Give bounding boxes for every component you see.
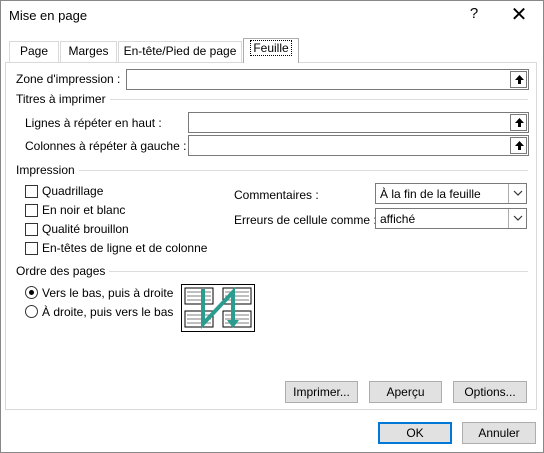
title-bar: Mise en page ? ✕ [0, 0, 544, 32]
tab-margins[interactable]: Marges [60, 41, 117, 62]
cancel-button[interactable]: Annuler [462, 422, 536, 444]
ok-button[interactable]: OK [378, 422, 452, 444]
cols-repeat-collapse-button[interactable] [510, 137, 527, 154]
collapse-up-icon [515, 75, 524, 84]
preview-button[interactable]: Aperçu [369, 381, 442, 403]
order-over-then-down-radio[interactable] [25, 305, 38, 318]
rows-repeat-label: Lignes à répéter en haut : [25, 116, 162, 130]
draft-quality-label: Qualité brouillon [42, 222, 129, 236]
row-col-headings-label: En-têtes de ligne et de colonne [42, 241, 208, 255]
print-heading: Impression [16, 163, 79, 177]
close-icon[interactable]: ✕ [508, 2, 530, 27]
help-icon[interactable]: ? [466, 5, 482, 22]
gridlines-label: Quadrillage [42, 184, 104, 198]
options-button[interactable]: Options... [453, 381, 527, 403]
draft-quality-checkbox[interactable] [25, 223, 38, 236]
print-area-field[interactable] [126, 69, 529, 90]
rows-repeat-collapse-button[interactable] [510, 114, 527, 131]
print-divider [16, 170, 528, 171]
cell-errors-value: affiché [380, 212, 416, 226]
black-white-label: En noir et blanc [42, 203, 126, 217]
black-white-checkbox[interactable] [25, 204, 38, 217]
cols-repeat-field[interactable] [188, 135, 529, 156]
row-col-headings-checkbox[interactable] [25, 242, 38, 255]
gridlines-checkbox[interactable] [25, 185, 38, 198]
tab-header-footer-label: En-tête/Pied de page [123, 44, 237, 58]
print-area-collapse-button[interactable] [510, 71, 527, 88]
order-down-then-over-radio[interactable] [25, 286, 38, 299]
rows-repeat-field[interactable] [188, 112, 529, 133]
chevron-down-icon[interactable] [508, 209, 526, 228]
cell-errors-select[interactable]: affiché [375, 208, 527, 229]
order-down-then-over-label: Vers le bas, puis à droite [42, 286, 174, 300]
comments-select[interactable]: À la fin de la feuille [375, 183, 527, 204]
collapse-up-icon [515, 118, 524, 127]
radio-selected-dot [29, 290, 34, 295]
page-order-down-then-over-icon [181, 284, 255, 332]
print-area-label: Zone d'impression : [16, 72, 121, 86]
tab-page[interactable]: Page [9, 41, 59, 62]
tab-margins-label: Marges [68, 44, 109, 58]
chevron-down-icon[interactable] [508, 184, 526, 203]
page-order-heading: Ordre des pages [16, 264, 110, 278]
order-over-then-down-label: À droite, puis vers le bas [42, 305, 174, 319]
print-button[interactable]: Imprimer... [285, 381, 358, 403]
comments-label: Commentaires : [234, 188, 319, 202]
tab-sheet[interactable]: Feuille [243, 38, 299, 63]
cell-errors-label: Erreurs de cellule comme : [234, 213, 377, 227]
window-title: Mise en page [9, 8, 88, 23]
tab-page-label: Page [19, 44, 49, 58]
tab-sheet-label: Feuille [250, 40, 292, 56]
cols-repeat-label: Colonnes à répéter à gauche : [25, 139, 187, 153]
comments-value: À la fin de la feuille [380, 187, 481, 201]
print-titles-heading: Titres à imprimer [16, 92, 110, 106]
tab-header-footer[interactable]: En-tête/Pied de page [118, 41, 242, 62]
collapse-up-icon [515, 141, 524, 150]
